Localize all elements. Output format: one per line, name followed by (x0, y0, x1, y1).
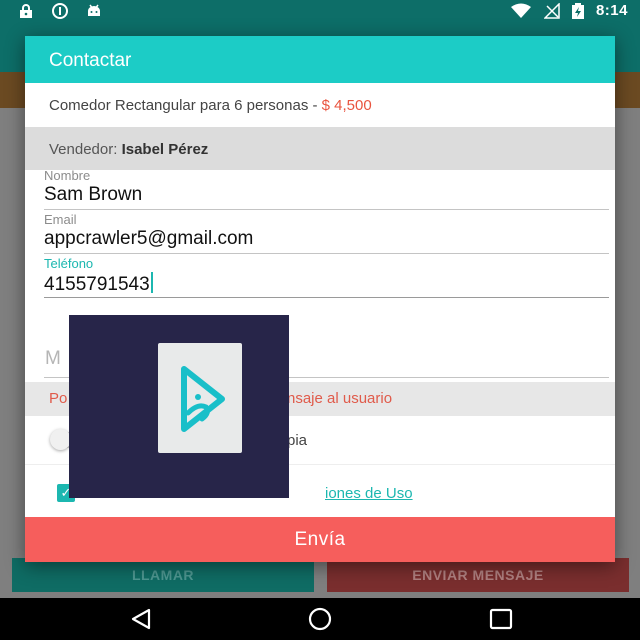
home-icon[interactable] (306, 607, 334, 631)
name-field[interactable]: Nombre Sam Brown (44, 168, 609, 210)
name-label: Nombre (44, 168, 91, 183)
dialog-title: Contactar (25, 36, 615, 83)
name-input[interactable]: Sam Brown (44, 184, 609, 210)
recents-icon[interactable] (488, 607, 514, 631)
message-placeholder: M (45, 348, 61, 369)
overlay-logo-image (69, 315, 289, 498)
email-field[interactable]: Email appcrawler5@gmail.com (44, 212, 609, 254)
phone-input[interactable]: 4155791543 (44, 272, 609, 298)
phone-value: 4155791543 (44, 274, 150, 295)
seller-name: Isabel Pérez (121, 141, 209, 158)
status-time: 8:14 (595, 2, 628, 19)
product-summary: Comedor Rectangular para 6 personas - $ … (25, 83, 615, 127)
product-price: $ 4,500 (321, 97, 372, 114)
send-message-button[interactable]: ENVIAR MENSAJE (327, 558, 629, 592)
warning-text-right: nsaje al usuario (287, 390, 393, 407)
email-input[interactable]: appcrawler5@gmail.com (44, 228, 609, 254)
no-signal-icon (543, 1, 560, 19)
warning-text-left: Po (49, 390, 68, 407)
send-button[interactable]: Envía (25, 517, 615, 562)
email-label: Email (44, 212, 77, 227)
status-bar: 8:14 (0, 0, 640, 22)
logo-card (158, 343, 242, 453)
terms-link[interactable]: iones de Uso (325, 485, 413, 502)
play-logo-icon (181, 366, 225, 432)
phone-label: Teléfono (44, 256, 94, 271)
sync-icon (52, 3, 68, 19)
battery-charging-icon (571, 2, 584, 19)
phone-field[interactable]: Teléfono 4155791543 (44, 256, 609, 298)
seller-info: Vendedor: Isabel Pérez (25, 127, 615, 170)
back-icon[interactable] (128, 607, 154, 631)
lock-icon (18, 3, 34, 19)
wifi-icon (510, 3, 532, 19)
copy-toggle-label: pia (287, 432, 308, 449)
navigation-bar (0, 598, 640, 640)
product-name: Comedor Rectangular para 6 personas - (49, 97, 322, 114)
android-icon (86, 3, 102, 19)
seller-prefix: Vendedor: (49, 141, 122, 158)
text-cursor (150, 272, 153, 293)
call-button[interactable]: LLAMAR (12, 558, 314, 592)
